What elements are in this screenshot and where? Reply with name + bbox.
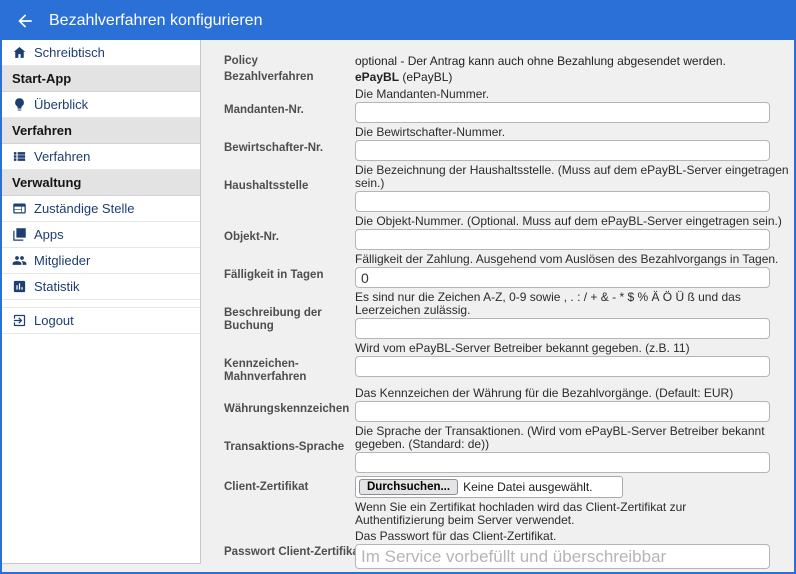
sidebar-item-logout[interactable]: Logout — [2, 308, 200, 334]
field-hint: Die Sprache der Transaktionen. (Wird vom… — [355, 425, 796, 451]
form-row-transaktionssprache: Transaktions-Sprache Die Sprache der Tra… — [224, 425, 770, 473]
field-label: Währungskennzeichen — [224, 387, 355, 422]
field-hint: Das Passwort für das Client-Zertifikat. — [355, 530, 796, 543]
form-row-client-zertifikat: Client-Zertifikat Durchsuchen... Keine D… — [224, 476, 770, 527]
sidebar-divider — [2, 300, 200, 308]
bewirtschafter-nr-input[interactable] — [355, 140, 770, 161]
bezahlverfahren-row: Bezahlverfahren ePayBL (ePayBL) — [224, 69, 770, 85]
bezahlverfahren-value: ePayBL (ePayBL) — [355, 69, 452, 85]
people-icon — [12, 253, 27, 268]
sidebar-item-apps[interactable]: Apps — [2, 222, 200, 248]
field-label: Fälligkeit in Tagen — [224, 253, 355, 288]
policy-row: Policy optional - Der Antrag kann auch o… — [224, 53, 770, 69]
sidebar-item-label: Mitglieder — [34, 253, 90, 268]
back-button[interactable] — [15, 11, 35, 31]
kennzeichen-mahnverfahren-input[interactable] — [355, 356, 770, 377]
field-label: Kennzeichen-Mahnverfahren — [224, 342, 355, 384]
field-label: Bewirtschafter-Nr. — [224, 126, 355, 161]
field-hint: Die Bewirtschafter-Nummer. — [355, 126, 796, 139]
field-label: Client-Zertifikat — [224, 476, 355, 527]
sidebar-section-start-app: Start-App — [2, 66, 200, 92]
field-hint: Fälligkeit der Zahlung. Ausgehend vom Au… — [355, 253, 796, 266]
haushaltsstelle-input[interactable] — [355, 191, 770, 212]
field-hint: Es sind nur die Zeichen A-Z, 0-9 sowie ,… — [355, 291, 796, 317]
transaktions-sprache-input[interactable] — [355, 452, 770, 473]
sidebar-section-verwaltung: Verwaltung — [2, 170, 200, 196]
apps-icon — [12, 227, 27, 242]
page-title: Bezahlverfahren konfigurieren — [49, 12, 262, 30]
policy-label: Policy — [224, 53, 355, 69]
form-row-mandanten: Mandanten-Nr. Die Mandanten-Nummer. — [224, 88, 770, 123]
file-status-text: Keine Datei ausgewählt. — [463, 480, 618, 494]
sidebar-item-label: Verfahren — [34, 149, 90, 164]
mandanten-nr-input[interactable] — [355, 102, 770, 123]
policy-value: optional - Der Antrag kann auch ohne Bez… — [355, 53, 726, 69]
form-row-bewirtschafter: Bewirtschafter-Nr. Die Bewirtschafter-Nu… — [224, 126, 770, 161]
sidebar-section-verfahren: Verfahren — [2, 118, 200, 144]
form-row-haushaltsstelle: Haushaltsstelle Die Bezeichnung der Haus… — [224, 164, 770, 212]
faelligkeit-in-tagen-input[interactable] — [355, 267, 770, 288]
sidebar-item-label: Apps — [34, 227, 64, 242]
sidebar-item-label: Statistik — [34, 279, 80, 294]
field-label: Haushaltsstelle — [224, 164, 355, 212]
form-row-passwort: Passwort Client-Zertifikat Das Passwort … — [224, 530, 770, 569]
sidebar-item-statistik[interactable]: Statistik — [2, 274, 200, 300]
home-icon — [12, 45, 27, 60]
sidebar-item-schreibtisch[interactable]: Schreibtisch — [2, 40, 200, 66]
sidebar-item-verfahren[interactable]: Verfahren — [2, 144, 200, 170]
sidebar: Schreibtisch Start-App Überblick Verfahr… — [2, 40, 201, 564]
form-row-kennzeichen: Kennzeichen-Mahnverfahren Wird vom ePayB… — [224, 342, 770, 384]
header: Bezahlverfahren konfigurieren — [2, 2, 794, 40]
field-hint: Die Mandanten-Nummer. — [355, 88, 796, 101]
field-hint: Die Objekt-Nummer. (Optional. Muss auf d… — [355, 215, 796, 228]
client-zertifikat-file-control: Durchsuchen... Keine Datei ausgewählt. — [355, 476, 623, 498]
durchsuchen-button[interactable]: Durchsuchen... — [359, 479, 458, 495]
sidebar-item-zustaendige-stelle[interactable]: Zuständige Stelle — [2, 196, 200, 222]
beschreibung-der-buchung-input[interactable] — [355, 318, 770, 339]
form-row-objekt: Objekt-Nr. Die Objekt-Nummer. (Optional.… — [224, 215, 770, 250]
form-row-faelligkeit: Fälligkeit in Tagen Fälligkeit der Zahlu… — [224, 253, 770, 288]
logout-icon — [12, 313, 27, 328]
arrow-left-icon — [15, 11, 35, 31]
objekt-nr-input[interactable] — [355, 229, 770, 250]
field-label: Objekt-Nr. — [224, 215, 355, 250]
field-hint: Wenn Sie ein Zertifikat hochladen wird d… — [355, 501, 770, 527]
field-label: Passwort Client-Zertifikat — [224, 530, 355, 569]
layout: Schreibtisch Start-App Überblick Verfahr… — [2, 40, 794, 572]
list-icon — [12, 149, 27, 164]
sidebar-item-label: Zuständige Stelle — [34, 201, 134, 216]
sidebar-item-ueberblick[interactable]: Überblick — [2, 92, 200, 118]
field-hint: Wird vom ePayBL-Server Betreiber bekannt… — [355, 342, 796, 355]
form-row-waehrung: Währungskennzeichen Das Kennzeichen der … — [224, 387, 770, 422]
lightbulb-icon — [12, 97, 27, 112]
sidebar-item-label: Logout — [34, 313, 74, 328]
config-form: Policy optional - Der Antrag kann auch o… — [201, 40, 794, 572]
passwort-client-zertifikat-input[interactable] — [355, 544, 770, 569]
form-row-beschreibung: Beschreibung der Buchung Es sind nur die… — [224, 291, 770, 339]
browser-window-icon — [12, 201, 27, 216]
field-label: Beschreibung der Buchung — [224, 291, 355, 339]
sidebar-item-label: Schreibtisch — [34, 45, 105, 60]
bar-chart-icon — [12, 279, 27, 294]
field-label: Transaktions-Sprache — [224, 425, 355, 473]
field-hint: Die Bezeichnung der Haushaltsstelle. (Mu… — [355, 164, 796, 190]
bezahlverfahren-label: Bezahlverfahren — [224, 69, 355, 85]
field-hint: Das Kennzeichen der Währung für die Beza… — [355, 387, 796, 400]
sidebar-item-mitglieder[interactable]: Mitglieder — [2, 248, 200, 274]
field-label: Mandanten-Nr. — [224, 88, 355, 123]
sidebar-item-label: Überblick — [34, 97, 88, 112]
bezahlverfahren-config-page: Bezahlverfahren konfigurieren Schreibtis… — [0, 0, 796, 574]
waehrungskennzeichen-input[interactable] — [355, 401, 770, 422]
